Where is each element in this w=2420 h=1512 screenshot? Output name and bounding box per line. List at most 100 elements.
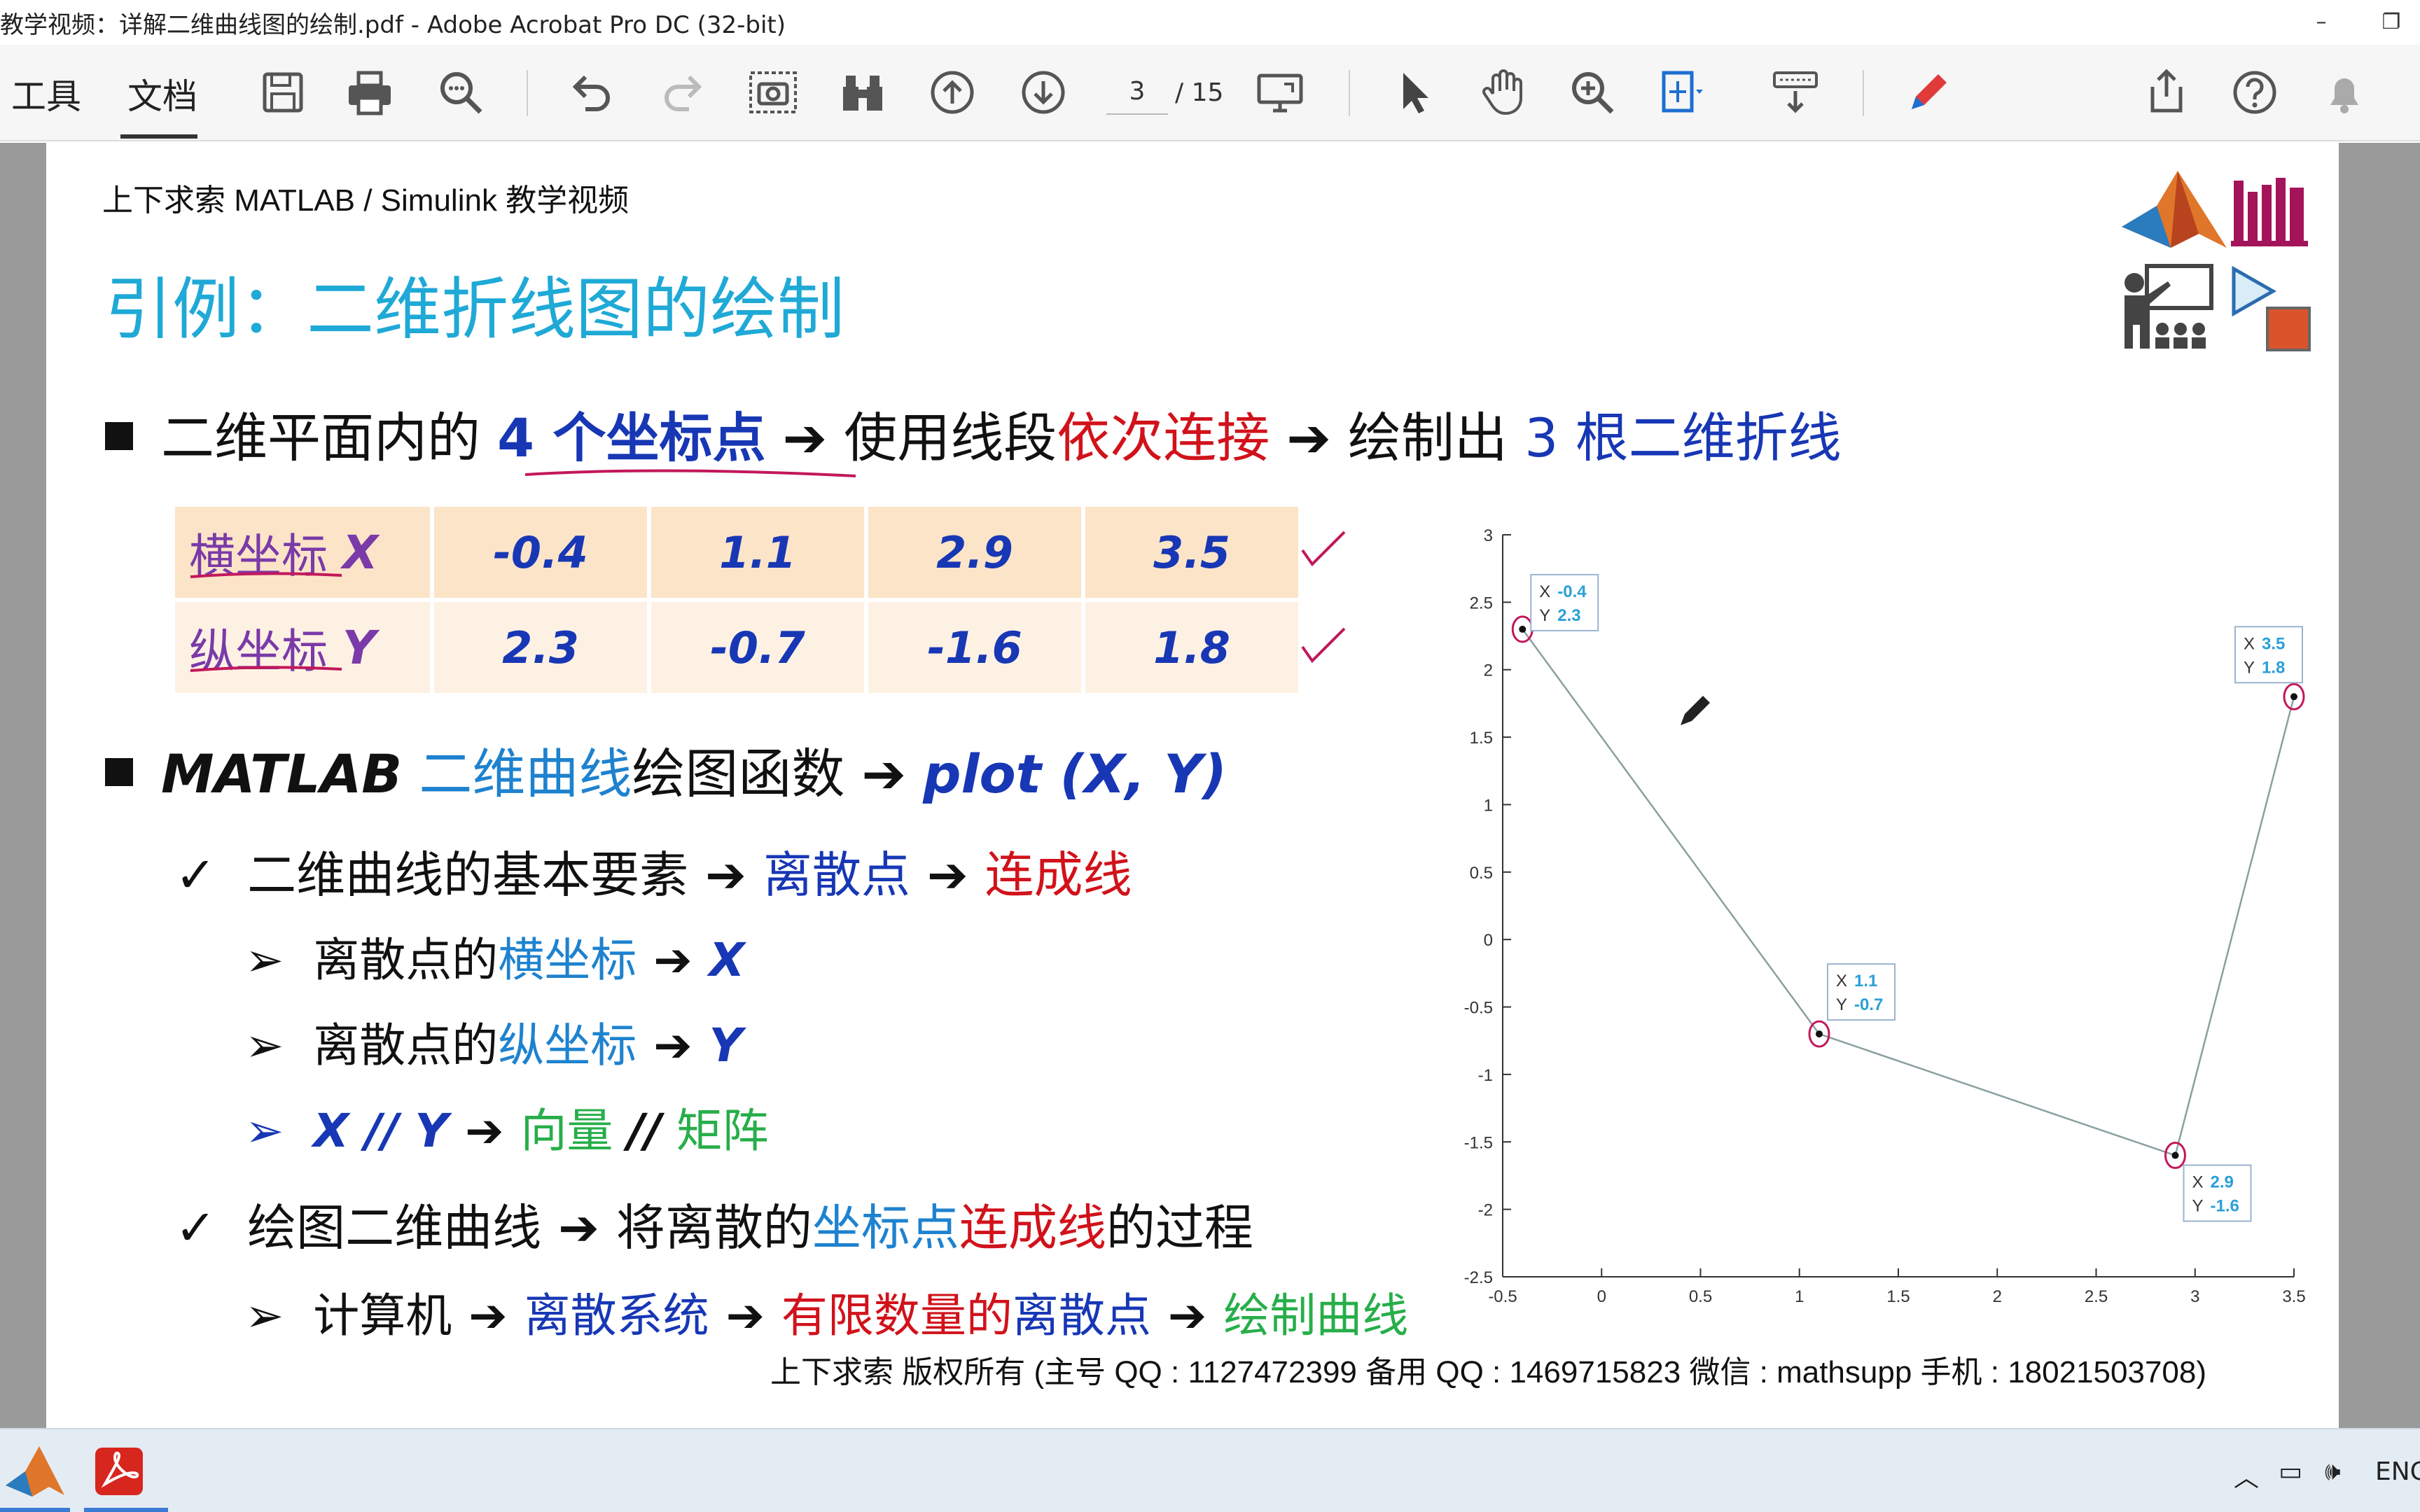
coordinate-table: 横坐标 X -0.4 1.1 2.9 3.5 纵坐标 Y 2.3 -0.7 -1… <box>175 507 1302 697</box>
help-icon[interactable] <box>2228 66 2281 119</box>
datatip-y-label: Y <box>1539 606 1550 625</box>
x-tick-label: 0.5 <box>1689 1287 1712 1306</box>
text: MATLAB <box>161 743 403 805</box>
sub-bullet-2: ✓ 绘图二维曲线 ➔ 将离散的坐标点连成线的过程 <box>175 1189 1253 1259</box>
sub-sub-bullet-1a: ➢ 离散点的横坐标 ➔ X <box>245 923 744 990</box>
slide-title: 引例：二维折线图的绘制 <box>105 270 844 349</box>
search-icon[interactable] <box>434 66 487 119</box>
previous-page-icon[interactable] <box>926 66 979 119</box>
datatip-y-label: Y <box>2192 1197 2204 1216</box>
sub-sub-bullet-2a: ➢ 计算机 ➔ 离散系统 ➔ 有限数量的离散点 ➔ 绘制曲线 <box>245 1278 1408 1345</box>
x-tick-label: 3 <box>2190 1287 2199 1306</box>
text: 向量 <box>520 1104 613 1158</box>
active-tab-indicator <box>120 134 197 139</box>
matlab-taskbar-icon[interactable] <box>0 1436 70 1506</box>
arrow-right-icon: ➔ <box>653 1018 693 1072</box>
y-tick-label: -1 <box>1478 1066 1493 1085</box>
datatip-y-label: Y <box>2244 658 2255 677</box>
save-icon[interactable] <box>256 66 310 119</box>
square-bullet-icon <box>105 422 133 450</box>
table-row-x: 横坐标 X -0.4 1.1 2.9 3.5 <box>175 507 1302 598</box>
restore-button[interactable]: ❐ <box>2360 3 2420 42</box>
datatip-y-value: 1.8 <box>2262 658 2285 677</box>
x-tick-label: 1 <box>1795 1287 1804 1306</box>
text: X // Y <box>313 1104 449 1158</box>
y-tick-label: 1.5 <box>1470 729 1493 748</box>
page-number-input[interactable]: 3 <box>1106 69 1168 115</box>
datatip-x-value: -0.4 <box>1557 582 1587 601</box>
zoom-in-icon[interactable] <box>1566 66 1619 119</box>
share-icon[interactable] <box>2140 66 2193 119</box>
y-tick-label: 3 <box>1484 526 1493 545</box>
select-cursor-icon[interactable] <box>1388 66 1441 119</box>
y-tick-label: 2 <box>1484 662 1493 680</box>
arrow-right-icon: ➔ <box>468 1289 508 1343</box>
toolbar: 工具 文档 3 / 15 <box>0 45 2420 141</box>
minimize-button[interactable]: – <box>2290 3 2353 42</box>
arrow-right-icon: ➔ <box>926 846 968 904</box>
data-point <box>1519 625 1527 633</box>
title-bar: 教学视频：详解二维曲线图的绘制.pdf - Adobe Acrobat Pro … <box>0 0 2420 45</box>
notification-bell-icon[interactable] <box>2318 66 2371 119</box>
chevron-up-icon[interactable]: ︿ <box>2234 1457 2259 1494</box>
text: plot (X, Y) <box>923 743 1227 805</box>
text: Y <box>709 1018 743 1072</box>
square-bullet-icon <box>105 758 133 786</box>
undo-icon[interactable] <box>564 66 618 119</box>
document-gutter-left <box>0 143 46 1428</box>
handwritten-underline-icon <box>524 469 856 477</box>
datatip-y-label: Y <box>1836 995 1847 1014</box>
window-title: 教学视频：详解二维曲线图的绘制.pdf - Adobe Acrobat Pro … <box>0 11 786 39</box>
active-app-indicator <box>84 1508 168 1512</box>
datatip-x-label: X <box>2192 1173 2204 1192</box>
text: 绘制出 <box>1347 407 1508 469</box>
pencil-cursor-icon <box>1681 696 1710 725</box>
table-cell: 1.1 <box>651 507 864 598</box>
text: Y <box>342 620 376 675</box>
x-tick-label: 2.5 <box>2085 1287 2108 1306</box>
acrobat-taskbar-icon[interactable] <box>84 1436 154 1506</box>
next-page-icon[interactable] <box>1017 66 1070 119</box>
text: 二维曲线的基本要素 <box>247 846 689 904</box>
hand-tool-icon[interactable] <box>1477 66 1531 119</box>
datatip-y-value: 2.3 <box>1557 606 1580 625</box>
taskbar: ︿ ▭ 🕪 ENG <box>0 1428 2420 1512</box>
arrow-right-icon: ➔ <box>1286 407 1331 469</box>
text: 有限数量的 <box>781 1289 1013 1343</box>
text: 离散系统 <box>524 1289 709 1343</box>
speaker-icon[interactable]: 🕪 <box>2325 1457 2341 1487</box>
toolbar-separator <box>527 70 528 116</box>
series-line <box>1522 629 2295 1157</box>
arrow-right-icon: ➔ <box>1167 1289 1207 1343</box>
arrow-right-icon: ➔ <box>861 743 907 805</box>
row-header-y: 纵坐标 Y <box>175 602 430 693</box>
text: 离散点的 <box>313 1018 499 1072</box>
tab-document[interactable]: 文档 <box>127 69 197 119</box>
arrow-right-icon: ➔ <box>558 1199 599 1256</box>
redo-icon[interactable] <box>657 66 710 119</box>
arrow-right-icon: ➔ <box>782 407 828 469</box>
page-total: / 15 <box>1175 78 1224 107</box>
simulink-blocks-icon <box>2231 265 2315 360</box>
table-cell: 2.9 <box>868 507 1081 598</box>
triangle-bullet-icon: ➢ <box>245 1289 284 1343</box>
text: 绘图函数 <box>632 743 845 805</box>
text: 连成线 <box>959 1199 1106 1256</box>
binoculars-icon[interactable] <box>836 66 889 119</box>
fit-page-icon[interactable] <box>1654 66 1707 119</box>
pen-icon[interactable] <box>1902 66 1955 119</box>
text: 使用线段 <box>844 407 1057 469</box>
keyboard-download-icon[interactable] <box>1769 66 1822 119</box>
matlab-logo-icon <box>2122 164 2227 258</box>
text: // <box>627 1104 662 1158</box>
language-indicator[interactable]: ENG <box>2375 1457 2420 1486</box>
text: X <box>709 933 745 987</box>
presentation-icon[interactable] <box>1253 66 1307 119</box>
table-cell: -0.7 <box>651 602 864 693</box>
print-icon[interactable] <box>343 66 396 119</box>
tab-tools[interactable]: 工具 <box>11 69 81 119</box>
battery-icon[interactable]: ▭ <box>2279 1457 2302 1486</box>
sub-bullet-1: ✓ 二维曲线的基本要素 ➔ 离散点 ➔ 连成线 <box>175 836 1132 906</box>
snapshot-icon[interactable] <box>746 66 800 119</box>
pdf-page: 上下求索 MATLAB / Simulink 教学视频 引例：二维折线图的绘制 … <box>46 143 2339 1428</box>
